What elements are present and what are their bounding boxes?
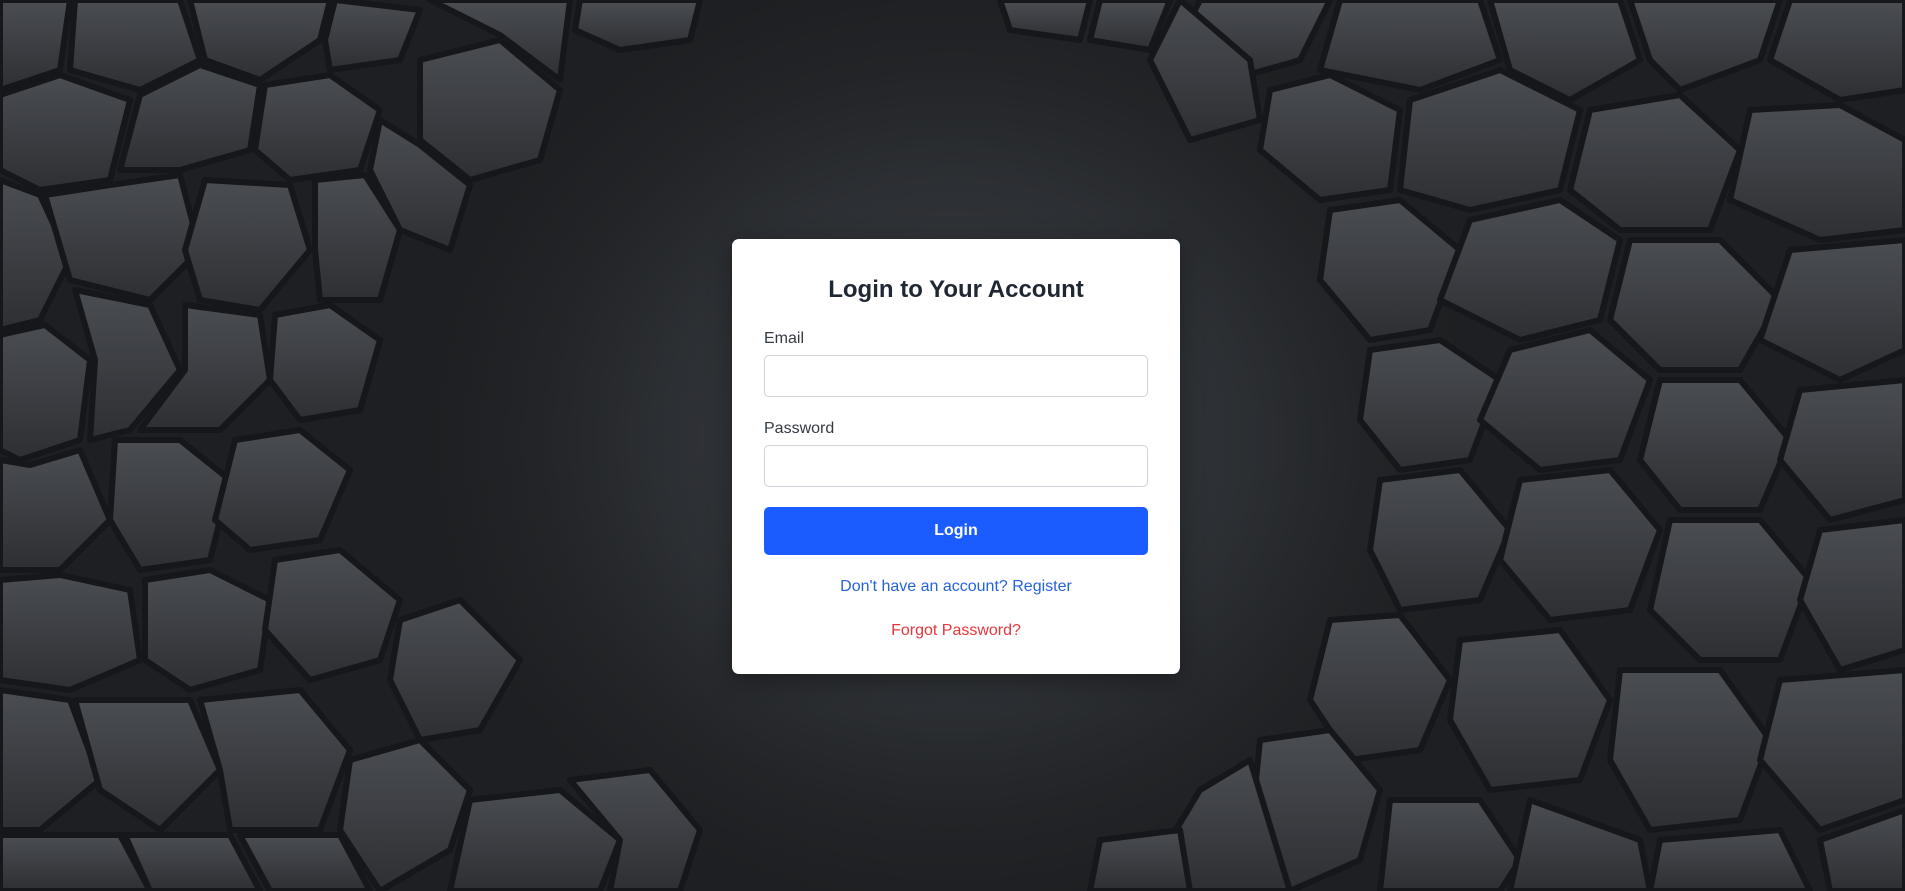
page-title: Login to Your Account	[828, 276, 1084, 303]
password-label: Password	[764, 420, 835, 437]
login-button[interactable]: Login	[764, 507, 1148, 555]
password-field[interactable]	[764, 445, 1148, 487]
email-field[interactable]	[764, 355, 1148, 397]
register-link[interactable]: Don't have an account? Register	[764, 577, 1148, 597]
forgot-password-link[interactable]: Forgot Password?	[764, 621, 1148, 641]
login-card: Login to Your Account Email Password Log…	[732, 239, 1180, 674]
email-label: Email	[764, 330, 805, 347]
